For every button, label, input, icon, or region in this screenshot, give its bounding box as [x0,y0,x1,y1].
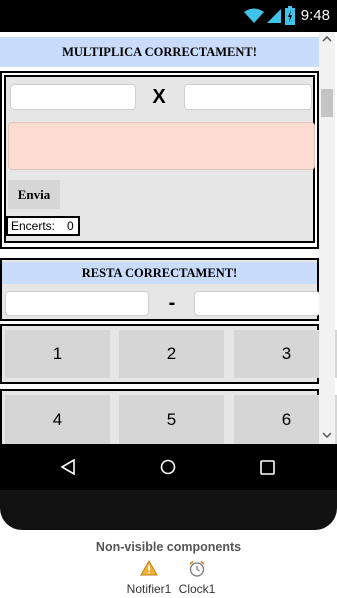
subtract-input-b[interactable] [194,291,320,316]
vertical-scrollbar[interactable] [319,32,335,444]
keypad-row-1: 1 2 3 [0,324,337,384]
score-box: Encerts: 0 [6,216,80,236]
clock-label: Clock1 [178,582,216,596]
scrollbar-thumb[interactable] [321,89,333,117]
notifier-component[interactable]: Notifier1 [124,559,174,596]
key-4[interactable]: 4 [5,395,110,444]
home-icon[interactable] [160,459,176,475]
score-label: Encerts: [11,219,56,233]
non-visible-title: Non-visible components [95,540,242,554]
subtract-input-a[interactable] [5,291,149,316]
multiply-operator: X [152,86,166,108]
key-2[interactable]: 2 [119,330,224,378]
recents-icon[interactable] [260,460,275,475]
send-button[interactable]: Envia [8,180,60,209]
scroll-up-icon[interactable] [322,36,332,42]
wifi-icon [244,8,264,23]
subtract-title: RESTA CORRECTAMENT! [2,262,317,284]
multiply-result-field[interactable] [8,122,315,170]
clock-component[interactable]: Clock1 [176,560,218,596]
back-icon[interactable] [60,459,76,475]
alarm-clock-icon [189,560,205,577]
app-screen: MULTIPLICA CORRECTAMENT! X Envia Encerts… [0,32,337,444]
score-value: 0 [67,219,74,233]
multiply-title: MULTIPLICA CORRECTAMENT! [0,37,319,67]
signal-icon [267,9,281,23]
battery-icon [285,6,295,25]
subtract-panel: RESTA CORRECTAMENT! - [0,258,320,321]
multiply-input-b[interactable] [184,84,312,110]
multiply-input-a[interactable] [10,84,136,110]
navigation-bar [0,444,337,490]
subtract-operator: - [168,292,176,314]
multiply-panel: X Envia Encerts: 0 [0,71,319,249]
key-5[interactable]: 5 [119,395,224,444]
notifier-label: Notifier1 [126,582,172,596]
status-time: 9:48 [300,7,330,24]
warning-icon [140,559,158,576]
status-bar: 9:48 [0,0,337,32]
keypad-row-2: 4 5 6 [0,389,337,444]
phone-bezel [0,490,337,530]
multiply-inner-panel: X Envia Encerts: 0 [4,75,315,243]
scroll-down-icon[interactable] [322,432,332,438]
key-1[interactable]: 1 [5,330,110,378]
